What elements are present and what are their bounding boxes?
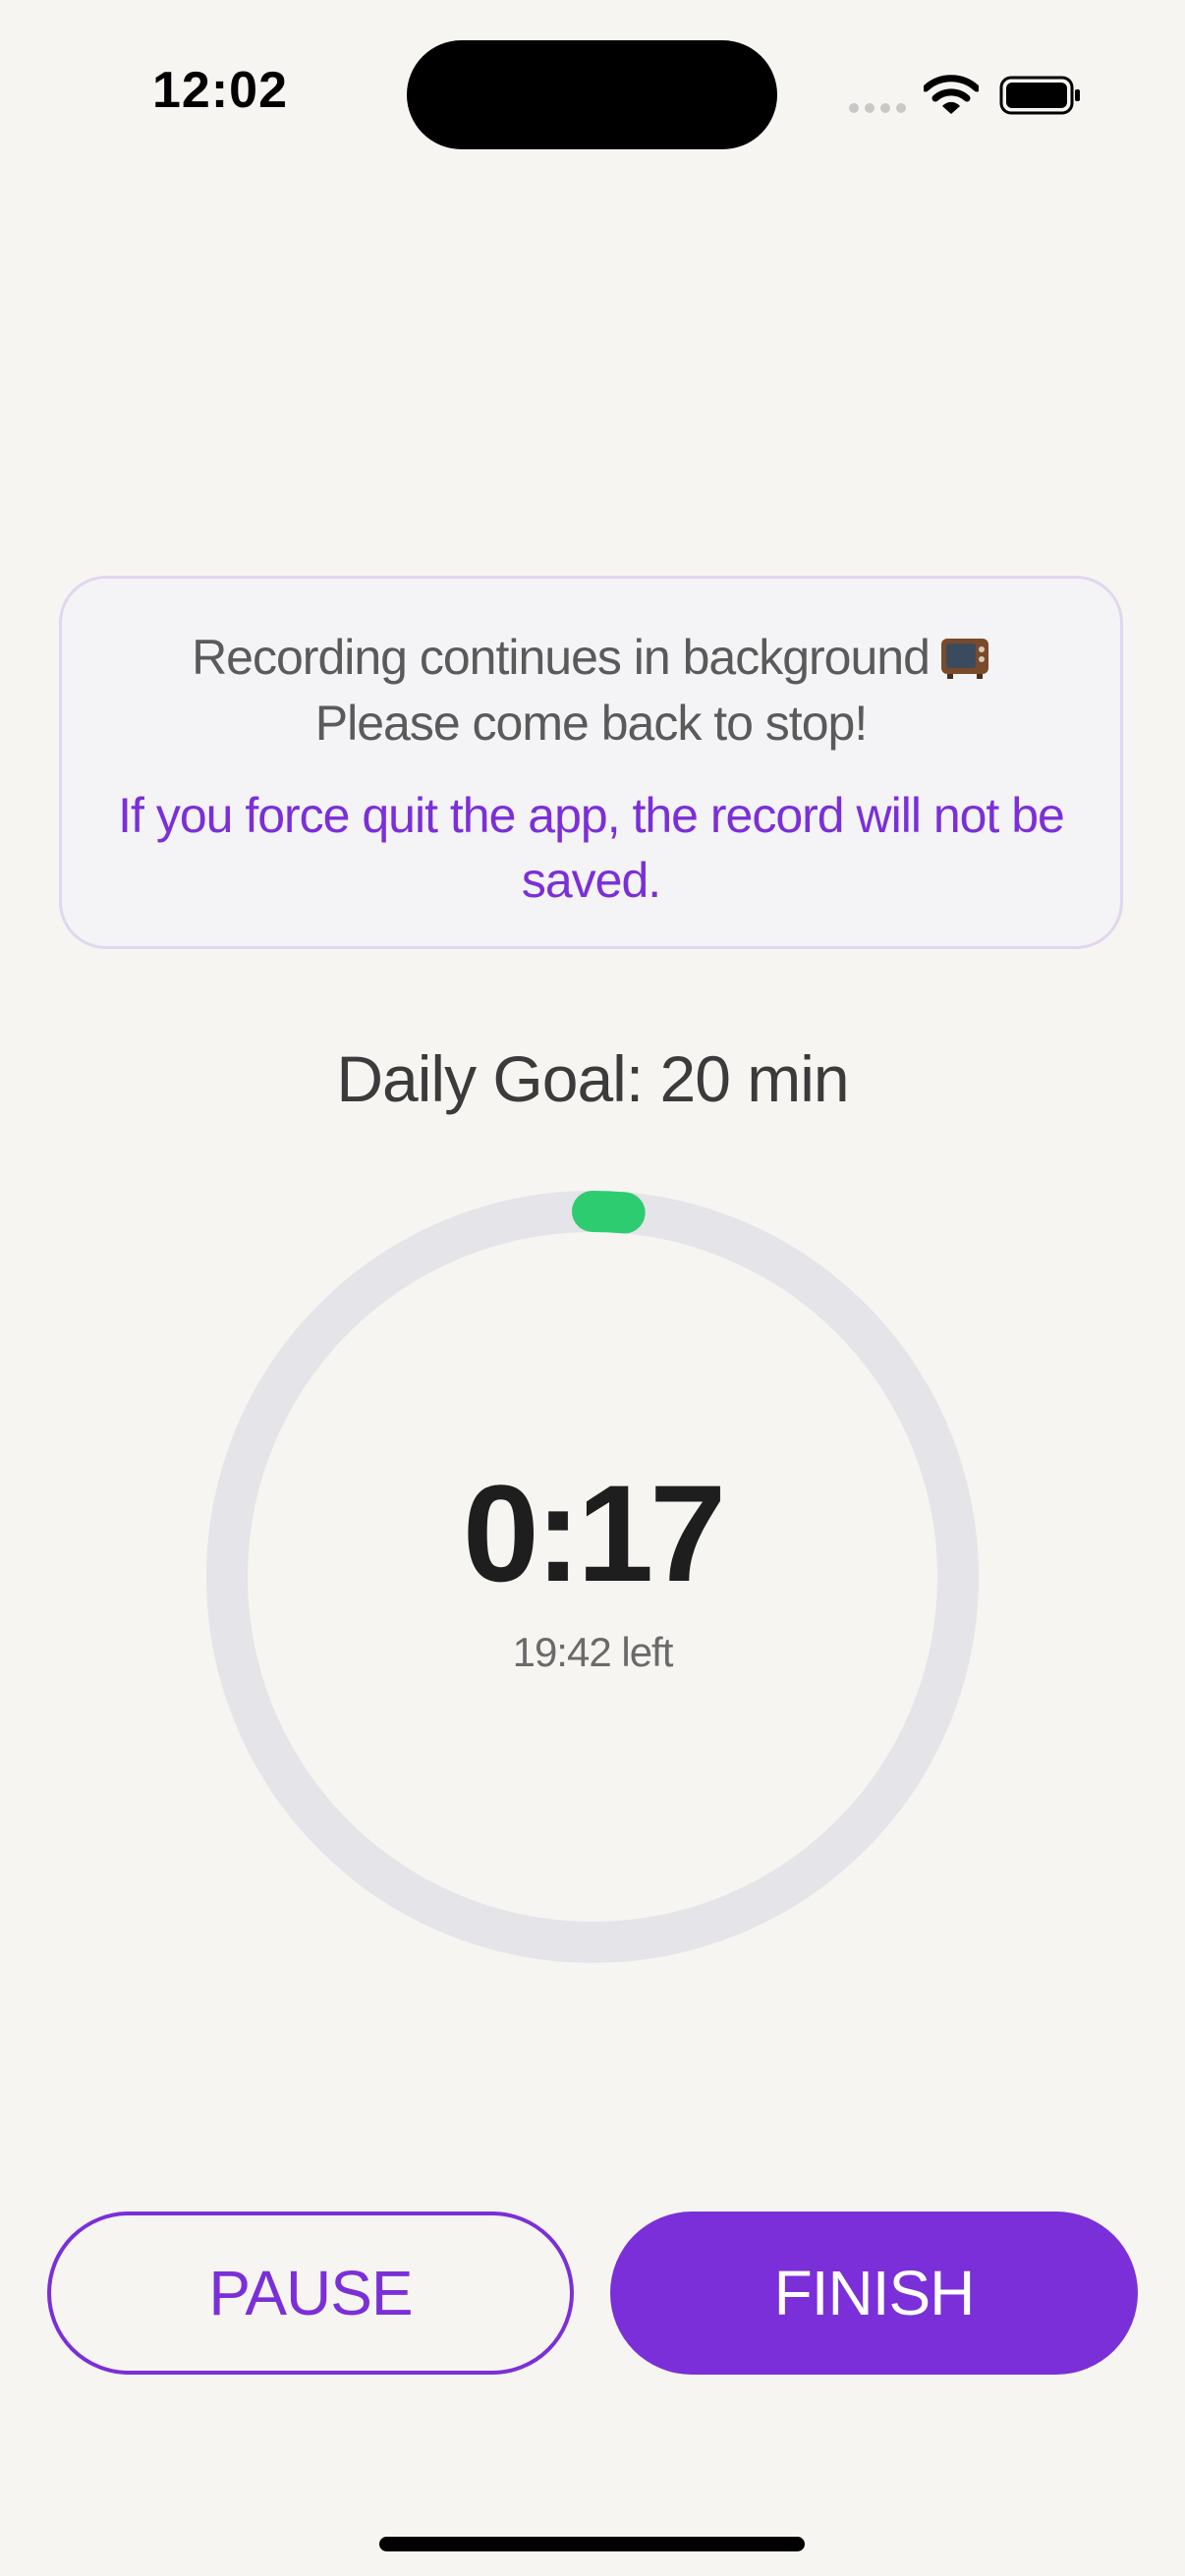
pause-button[interactable]: PAUSE xyxy=(47,2212,574,2375)
daily-goal-label: Daily Goal: 20 min xyxy=(336,1042,849,1115)
notice-line-1: Recording continues in background xyxy=(192,630,931,685)
dynamic-island xyxy=(407,40,777,149)
finish-button[interactable]: FINISH xyxy=(610,2212,1138,2375)
home-indicator[interactable] xyxy=(379,2537,805,2551)
force-quit-warning: If you force quit the app, the record wi… xyxy=(118,788,1065,908)
remaining-time: 19:42 left xyxy=(512,1629,674,1675)
wifi-icon xyxy=(924,75,979,114)
elapsed-time: 0:17 xyxy=(462,1456,726,1610)
status-bar-time: 12:02 xyxy=(152,62,288,119)
notice-line-2: Please come back to stop! xyxy=(314,696,868,751)
television-icon xyxy=(940,639,988,679)
background-recording-notice: Recording continues in background Please… xyxy=(59,576,1123,949)
battery-icon xyxy=(999,76,1080,115)
cellular-signal-icon xyxy=(849,103,906,113)
